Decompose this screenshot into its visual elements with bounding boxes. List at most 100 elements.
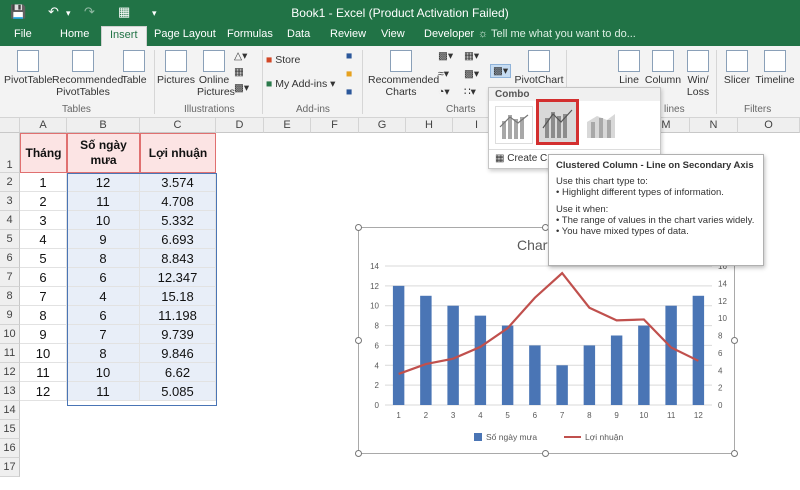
statistic-chart-icon[interactable]: ▩▾ (464, 68, 479, 80)
sparkline-winloss-button[interactable]: Win/Loss (682, 50, 714, 98)
shapes-icon[interactable]: △▾ (234, 50, 247, 62)
table-cell[interactable]: 7 (20, 287, 67, 306)
table-cell[interactable]: 3 (20, 211, 67, 230)
clustered-column-line-option[interactable] (495, 106, 533, 144)
row-header[interactable]: 9 (0, 306, 20, 325)
header-cell-month[interactable]: Tháng (20, 133, 67, 173)
column-header[interactable]: G (359, 118, 406, 133)
table-cell[interactable]: 5 (20, 249, 67, 268)
online-pictures-button[interactable]: Online Pictures (197, 50, 235, 98)
tab-page-layout[interactable]: Page Layout (154, 28, 216, 40)
table-cell[interactable]: 4.708 (140, 192, 216, 211)
table-cell[interactable]: 6.693 (140, 230, 216, 249)
table-cell[interactable]: 11.198 (140, 306, 216, 325)
table-cell[interactable]: 8.843 (140, 249, 216, 268)
hierarchy-chart-icon[interactable]: ▦▾ (464, 50, 479, 62)
table-cell[interactable]: 9.739 (140, 325, 216, 344)
table-cell[interactable]: 6 (20, 268, 67, 287)
row-header[interactable]: 10 (0, 325, 20, 344)
row-header[interactable]: 2 (0, 173, 20, 192)
column-header[interactable]: H (406, 118, 453, 133)
table-cell[interactable]: 10 (67, 211, 140, 230)
line-chart-icon[interactable]: ≈▾ (438, 68, 449, 80)
tab-view[interactable]: View (381, 28, 405, 40)
resize-handle[interactable] (542, 450, 549, 457)
table-cell[interactable]: 2 (20, 192, 67, 211)
table-cell[interactable]: 5.085 (140, 382, 216, 401)
column-chart-icon[interactable]: ▩▾ (438, 50, 453, 62)
row-header[interactable]: 3 (0, 192, 20, 211)
table-cell[interactable]: 12 (20, 382, 67, 401)
table-cell[interactable]: 5.332 (140, 211, 216, 230)
bing-maps-icon[interactable]: ■ (346, 50, 352, 62)
table-cell[interactable]: 1 (20, 173, 67, 192)
table-cell[interactable]: 4 (20, 230, 67, 249)
combo-chart-button[interactable]: ▩▾ (490, 64, 512, 78)
resize-handle[interactable] (731, 450, 738, 457)
row-header[interactable]: 7 (0, 268, 20, 287)
pivotchart-button[interactable]: PivotChart (514, 50, 564, 86)
table-cell[interactable]: 6.62 (140, 363, 216, 382)
tell-me-search[interactable]: ☼ Tell me what you want to do... (478, 28, 636, 40)
bing-icon[interactable]: ■ (346, 68, 352, 80)
row-header[interactable]: 13 (0, 382, 20, 401)
table-cell[interactable]: 3.574 (140, 173, 216, 192)
row-header[interactable]: 11 (0, 344, 20, 363)
column-header[interactable]: O (738, 118, 800, 133)
table-cell[interactable]: 9 (67, 230, 140, 249)
table-cell[interactable]: 12.347 (140, 268, 216, 287)
row-header[interactable]: 5 (0, 230, 20, 249)
resize-handle[interactable] (731, 337, 738, 344)
table-cell[interactable]: 6 (67, 306, 140, 325)
tab-file[interactable]: File (14, 28, 32, 40)
row-header[interactable]: 6 (0, 249, 20, 268)
pivottable-button[interactable]: PivotTable (4, 50, 52, 86)
table-cell[interactable]: 11 (20, 363, 67, 382)
row-header[interactable]: 12 (0, 363, 20, 382)
row-header[interactable]: 17 (0, 458, 20, 477)
header-cell-profit[interactable]: Lợi nhuận (140, 133, 216, 173)
screenshot-icon[interactable]: ▩▾ (234, 82, 249, 94)
table-cell[interactable]: 11 (67, 192, 140, 211)
recommended-charts-button[interactable]: Recommended Charts (368, 50, 439, 98)
table-cell[interactable]: 12 (67, 173, 140, 192)
table-cell[interactable]: 9 (20, 325, 67, 344)
row-header[interactable]: 14 (0, 401, 20, 420)
table-cell[interactable]: 15.18 (140, 287, 216, 306)
sparkline-column-button[interactable]: Column (644, 50, 682, 86)
table-cell[interactable]: 9.846 (140, 344, 216, 363)
row-header[interactable]: 15 (0, 420, 20, 439)
row-header[interactable]: 1 (0, 133, 20, 173)
table-cell[interactable]: 11 (67, 382, 140, 401)
row-header[interactable]: 4 (0, 211, 20, 230)
smartart-icon[interactable]: ▦ (234, 66, 244, 78)
table-cell[interactable]: 7 (67, 325, 140, 344)
row-header[interactable]: 8 (0, 287, 20, 306)
column-header[interactable]: E (264, 118, 311, 133)
select-all-corner[interactable] (0, 118, 20, 133)
table-button[interactable]: Table (116, 50, 152, 86)
table-cell[interactable]: 10 (67, 363, 140, 382)
column-header[interactable]: C (140, 118, 216, 133)
clustered-column-line-secondary-option[interactable] (536, 99, 579, 145)
create-custom-combo-item[interactable]: ▦ Create C (495, 153, 547, 164)
column-header[interactable]: A (20, 118, 67, 133)
table-cell[interactable]: 8 (20, 306, 67, 325)
tab-review[interactable]: Review (330, 28, 366, 40)
table-cell[interactable]: 10 (20, 344, 67, 363)
resize-handle[interactable] (355, 224, 362, 231)
sparkline-line-button[interactable]: Line (614, 50, 644, 86)
store-button[interactable]: ■ Store (266, 54, 300, 66)
tab-home[interactable]: Home (60, 28, 89, 40)
slicer-button[interactable]: Slicer (720, 50, 754, 86)
scatter-chart-icon[interactable]: ∷▾ (464, 86, 476, 98)
my-addins-button[interactable]: ■ My Add-ins ▾ (266, 78, 335, 90)
pie-chart-icon[interactable]: ◔▾ (438, 86, 450, 98)
pictures-button[interactable]: Pictures (157, 50, 195, 86)
resize-handle[interactable] (355, 337, 362, 344)
resize-handle[interactable] (355, 450, 362, 457)
row-header[interactable]: 16 (0, 439, 20, 458)
column-header[interactable]: F (311, 118, 359, 133)
people-graph-icon[interactable]: ■ (346, 86, 352, 98)
column-header[interactable]: N (690, 118, 738, 133)
